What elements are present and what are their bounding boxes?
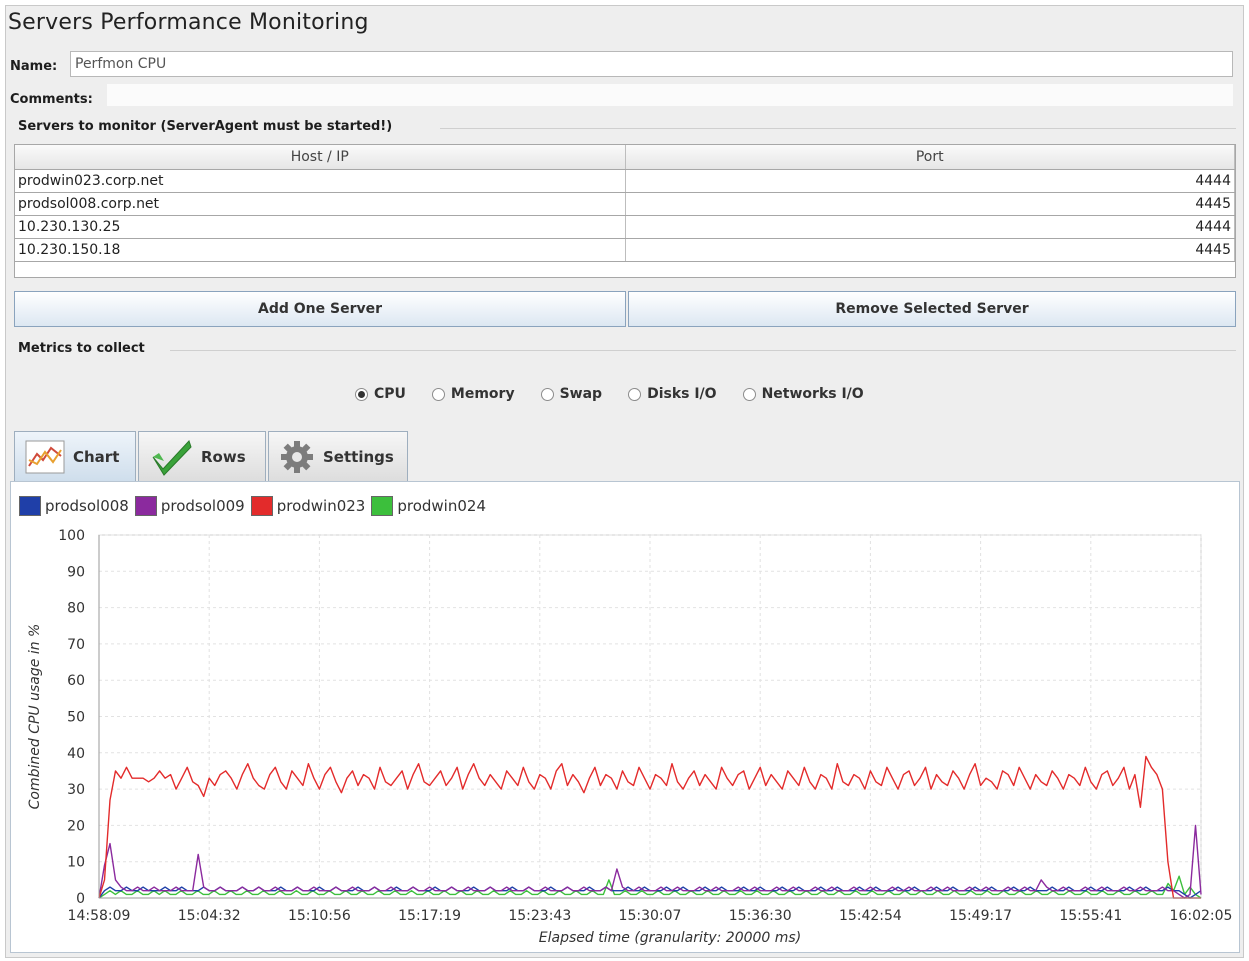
y-tick-label: 40 <box>67 746 85 762</box>
name-field[interactable] <box>70 51 1233 77</box>
y-axis-title: Combined CPU usage in % <box>27 624 43 810</box>
window-title: Servers Performance Monitoring <box>8 10 369 35</box>
radio-dot-selected[interactable] <box>355 387 368 401</box>
gear-icon <box>279 439 315 475</box>
port-cell[interactable]: 4445 <box>625 238 1235 262</box>
comments-field[interactable] <box>107 84 1233 106</box>
y-tick-label: 60 <box>67 673 85 689</box>
x-tick-label: 15:23:43 <box>508 908 571 924</box>
chart-panel: prodsol008 prodsol009 prodwin023 prodwin… <box>10 481 1240 953</box>
y-tick-label: 20 <box>67 818 85 834</box>
x-tick-label: 15:10:56 <box>288 908 351 924</box>
x-axis-title: Elapsed time (granularity: 20000 ms) <box>539 930 801 946</box>
table-row[interactable]: 10.230.150.18 4445 <box>15 238 1235 262</box>
name-label: Name: <box>10 59 58 74</box>
tab-chart-label: Chart <box>73 447 120 466</box>
x-tick-label: 15:55:41 <box>1059 908 1122 924</box>
tab-settings-label: Settings <box>323 447 394 466</box>
radio-cpu[interactable]: CPU <box>355 386 406 402</box>
checkmark-icon <box>149 437 193 477</box>
y-tick-label: 50 <box>67 710 85 726</box>
table-row[interactable]: prodwin023.corp.net 4444 <box>15 169 1235 193</box>
radio-dot[interactable] <box>431 387 445 401</box>
table-row[interactable]: prodsol008.corp.net 4445 <box>15 192 1235 216</box>
y-tick-label: 100 <box>58 528 85 544</box>
port-cell[interactable]: 4444 <box>625 215 1235 239</box>
x-tick-label: 15:36:30 <box>729 908 792 924</box>
remove-server-button[interactable]: Remove Selected Server <box>628 291 1236 327</box>
y-tick-label: 10 <box>67 855 85 871</box>
tab-rows[interactable]: Rows <box>138 431 266 481</box>
radio-networks-io[interactable]: Networks I/O <box>742 386 864 402</box>
radio-dot[interactable] <box>540 387 554 401</box>
x-tick-label: 14:58:09 <box>68 908 131 924</box>
y-tick-label: 80 <box>67 601 85 617</box>
x-tick-label: 15:30:07 <box>619 908 682 924</box>
table-row[interactable]: 10.230.130.25 4444 <box>15 215 1235 239</box>
tab-rows-label: Rows <box>201 447 246 466</box>
radio-dot[interactable] <box>628 387 642 401</box>
y-tick-label: 30 <box>67 782 85 798</box>
metrics-group-divider <box>170 350 1236 351</box>
radio-label: Memory <box>450 386 515 402</box>
add-server-button[interactable]: Add One Server <box>14 291 626 327</box>
cpu-line-chart: 0 10 20 30 40 50 60 70 80 90 100 14:58:09 15:04:32 15… <box>27 528 1233 946</box>
radio-label: CPU <box>374 386 406 402</box>
metrics-group-title: Metrics to collect <box>18 341 145 356</box>
radio-memory[interactable]: Memory <box>431 386 515 402</box>
y-tick-label: 90 <box>67 564 85 580</box>
port-cell[interactable]: 4444 <box>625 169 1235 193</box>
y-tick-label: 70 <box>67 637 85 653</box>
tab-chart[interactable]: Chart <box>14 431 136 481</box>
column-header-host[interactable]: Host / IP <box>15 145 626 170</box>
comments-label: Comments: <box>10 92 93 107</box>
x-tick-label: 15:17:19 <box>398 908 461 924</box>
x-tick-label: 15:42:54 <box>839 908 902 924</box>
chart-icon <box>25 440 65 474</box>
radio-label: Disks I/O <box>647 386 717 402</box>
column-header-port[interactable]: Port <box>625 145 1235 170</box>
host-cell[interactable]: 10.230.150.18 <box>15 238 626 262</box>
radio-swap[interactable]: Swap <box>540 386 603 402</box>
x-tick-label: 15:49:17 <box>949 908 1012 924</box>
x-tick-label: 16:02:05 <box>1170 908 1233 924</box>
host-cell[interactable]: 10.230.130.25 <box>15 215 626 239</box>
radio-label: Networks I/O <box>761 386 864 402</box>
servers-group-divider <box>440 128 1236 129</box>
host-cell[interactable]: prodwin023.corp.net <box>15 169 626 193</box>
radio-label: Swap <box>559 386 603 402</box>
host-cell[interactable]: prodsol008.corp.net <box>15 192 626 216</box>
y-tick-label: 0 <box>76 891 85 907</box>
radio-dot[interactable] <box>742 387 756 401</box>
tab-settings[interactable]: Settings <box>268 431 408 481</box>
x-tick-label: 15:04:32 <box>178 908 241 924</box>
servers-table[interactable]: Host / IP Port prodwin023.corp.net 4444 … <box>14 144 1236 278</box>
metrics-radio-group: CPU Memory Swap Disks I/O Networks I/O <box>355 383 890 405</box>
radio-disks-io[interactable]: Disks I/O <box>628 386 717 402</box>
servers-group-title: Servers to monitor (ServerAgent must be … <box>18 119 393 134</box>
port-cell[interactable]: 4445 <box>625 192 1235 216</box>
table-header-row: Host / IP Port <box>15 145 1235 170</box>
